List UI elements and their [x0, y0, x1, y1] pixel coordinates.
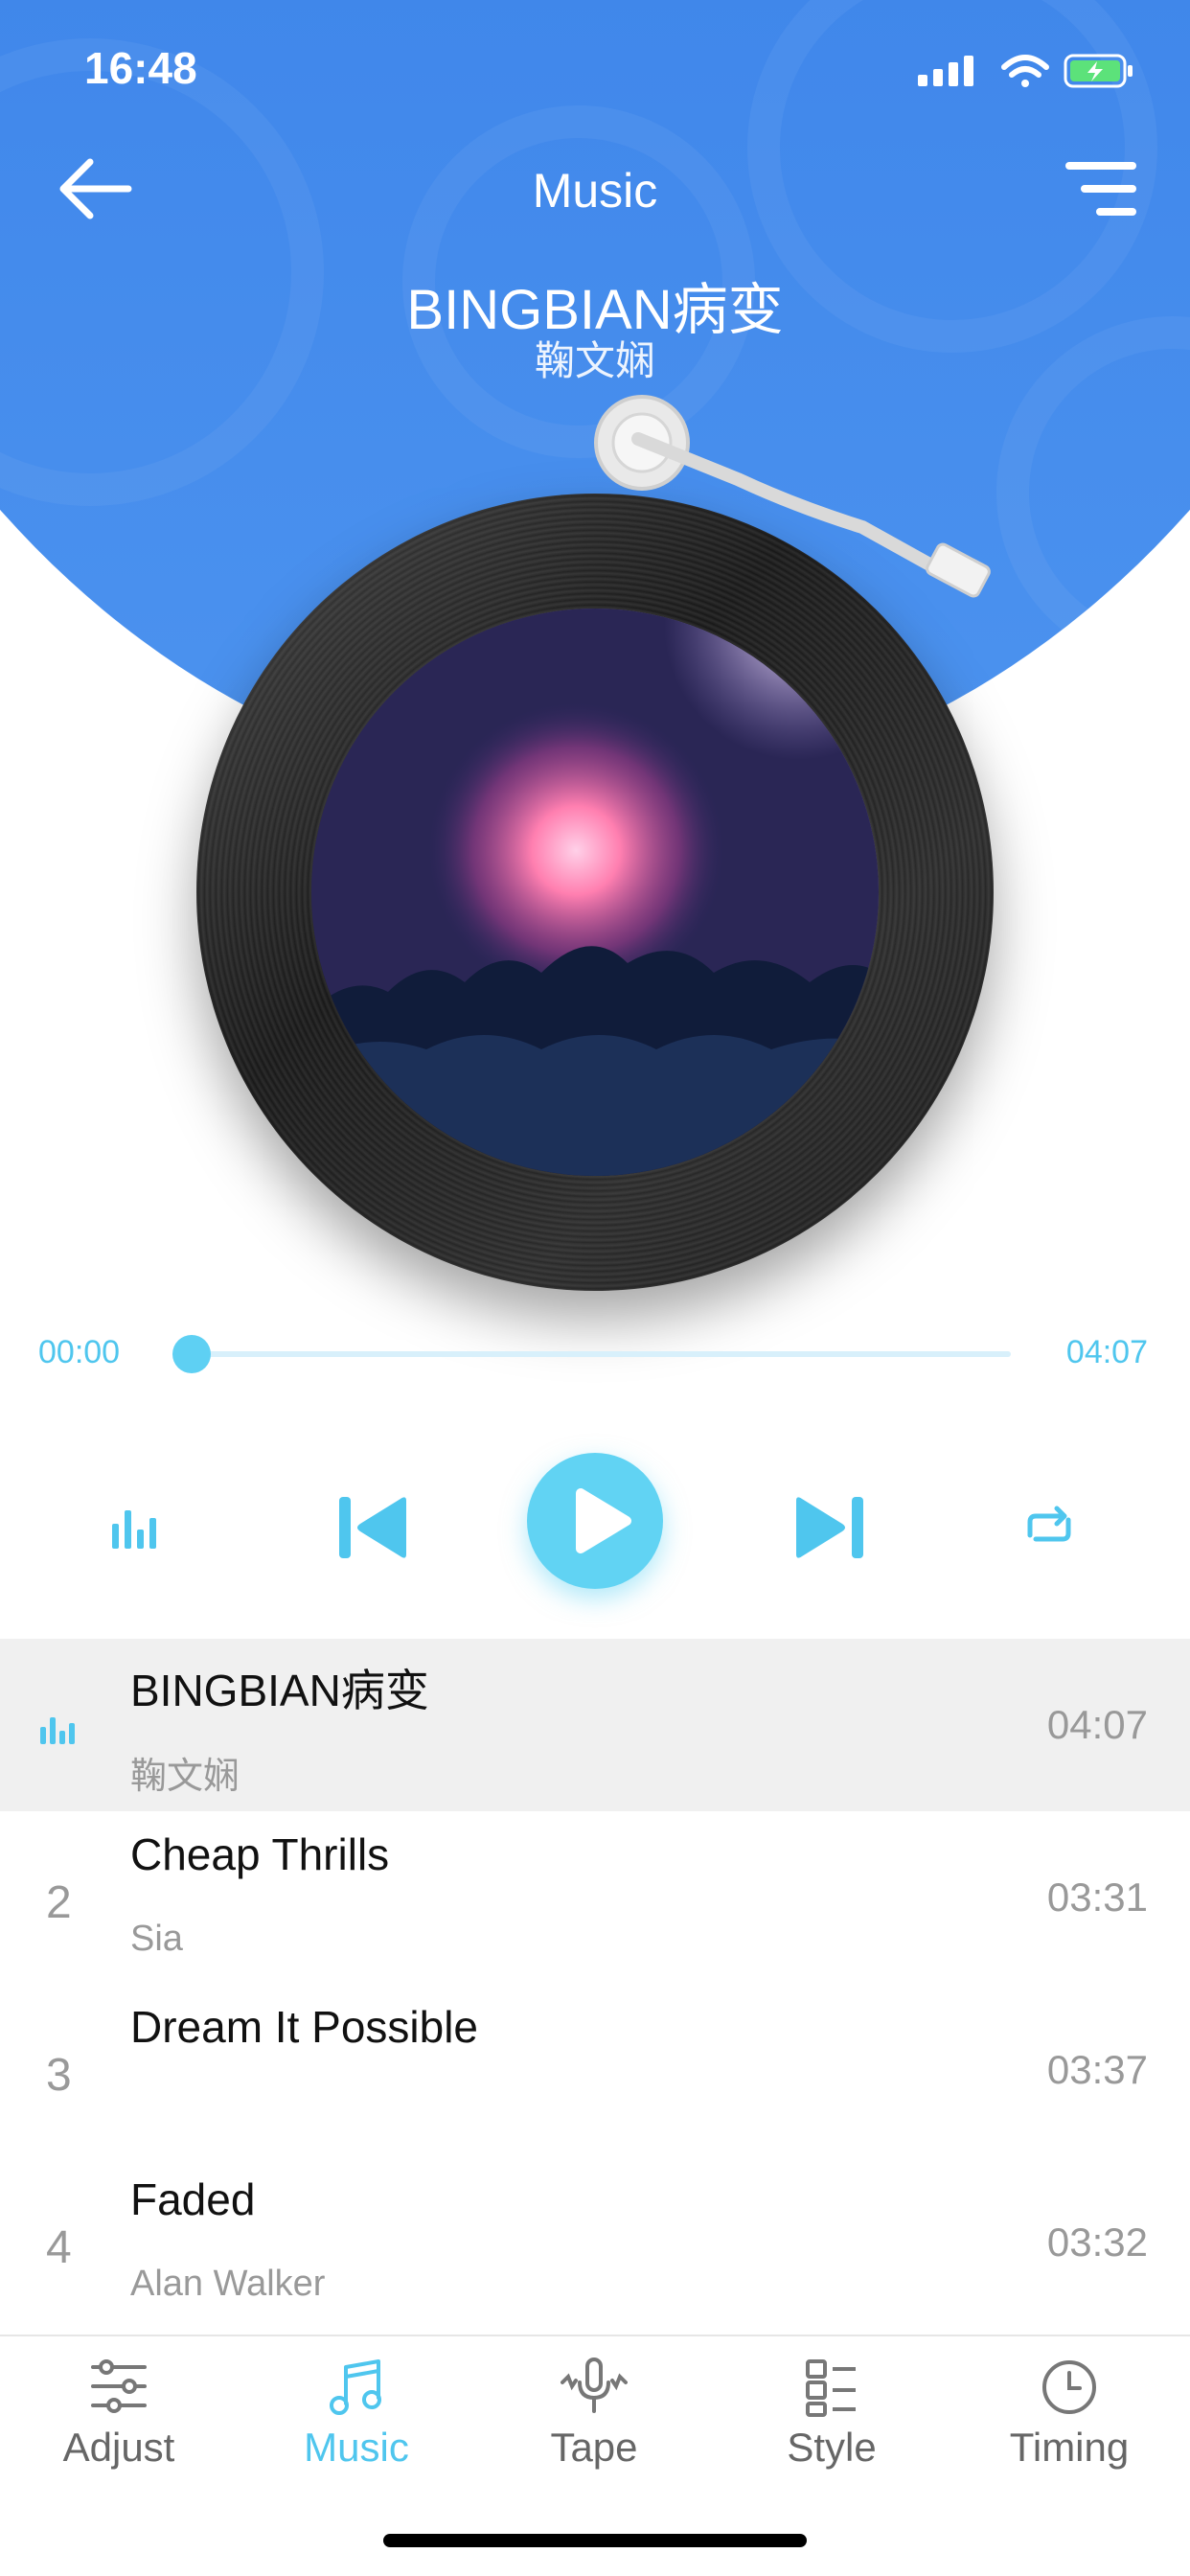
play-button[interactable] — [527, 1453, 663, 1589]
tab-label: Style — [787, 2425, 877, 2470]
track-title: Faded — [130, 2174, 256, 2224]
now-playing-indicator-icon — [40, 1717, 75, 1744]
menu-icon[interactable] — [1060, 158, 1140, 221]
progress-knob[interactable] — [172, 1335, 211, 1373]
grid-list-icon — [806, 2359, 856, 2417]
battery-charging-icon — [1064, 54, 1133, 88]
tonearm — [594, 395, 991, 598]
tab-music[interactable]: Music — [238, 2336, 475, 2528]
tab-adjust[interactable]: Adjust — [0, 2336, 238, 2528]
home-indicator[interactable] — [383, 2534, 807, 2547]
playback-controls — [0, 1438, 1190, 1629]
play-icon — [576, 1488, 631, 1553]
status-time: 16:48 — [84, 43, 197, 93]
tab-timing[interactable]: Timing — [950, 2336, 1188, 2528]
music-player-screen: 16:48 Music BINGBIAN病变 鞠文娴 00:00 04:07 B… — [0, 0, 1190, 2576]
previous-track-icon[interactable] — [335, 1493, 412, 1562]
concert-artwork — [311, 609, 879, 1176]
progress-row: 00:00 04:07 — [0, 1322, 1190, 1390]
clock-icon — [1042, 2360, 1096, 2414]
track-title: Cheap Thrills — [130, 1829, 390, 1879]
cellular-signal-icon — [918, 56, 973, 86]
playlist-row[interactable]: 4 Faded Alan Walker 03:32 — [0, 2156, 1190, 2329]
total-time: 04:07 — [1065, 1334, 1148, 1370]
track-title: BINGBIAN病变 — [130, 1666, 429, 1715]
tab-label: Music — [304, 2425, 409, 2470]
wifi-icon — [1001, 55, 1049, 87]
track-artist: Sia — [130, 1919, 183, 1959]
track-duration: 03:37 — [1046, 2047, 1148, 2092]
now-playing-artist: 鞠文娴 — [534, 338, 655, 383]
microphone-icon — [561, 2358, 628, 2413]
track-duration: 03:31 — [1046, 1874, 1148, 1920]
album-cover — [311, 609, 879, 1176]
status-icons — [918, 54, 1133, 88]
track-artist: 鞠文娴 — [130, 1757, 240, 1797]
repeat-icon[interactable] — [1020, 1505, 1078, 1551]
playlist-row[interactable]: 3 Dream It Possible 03:37 — [0, 1984, 1190, 2156]
equalizer-icon[interactable] — [110, 1506, 158, 1551]
playlist-row[interactable]: 2 Cheap Thrills Sia 03:31 — [0, 1811, 1190, 1984]
tab-label: Adjust — [62, 2425, 175, 2470]
music-note-icon — [330, 2359, 381, 2415]
track-number: 2 — [46, 1877, 72, 1928]
track-duration: 04:07 — [1046, 1702, 1148, 1747]
tab-label: Tape — [550, 2425, 638, 2470]
page-title: Music — [532, 164, 658, 218]
progress-track[interactable] — [192, 1351, 1011, 1357]
tab-style[interactable]: Style — [713, 2336, 950, 2528]
track-artist: Alan Walker — [130, 2264, 326, 2304]
track-number: 3 — [46, 2050, 72, 2101]
playlist-row[interactable]: BINGBIAN病变 鞠文娴 04:07 — [0, 1639, 1190, 1811]
tab-tape[interactable]: Tape — [475, 2336, 713, 2528]
track-duration: 03:32 — [1046, 2220, 1148, 2265]
next-track-icon[interactable] — [790, 1493, 867, 1562]
sliders-icon — [91, 2359, 147, 2413]
track-number: 4 — [46, 2222, 72, 2273]
track-title: Dream It Possible — [130, 2002, 479, 2052]
current-time: 00:00 — [38, 1334, 121, 1370]
tab-label: Timing — [1009, 2425, 1130, 2470]
